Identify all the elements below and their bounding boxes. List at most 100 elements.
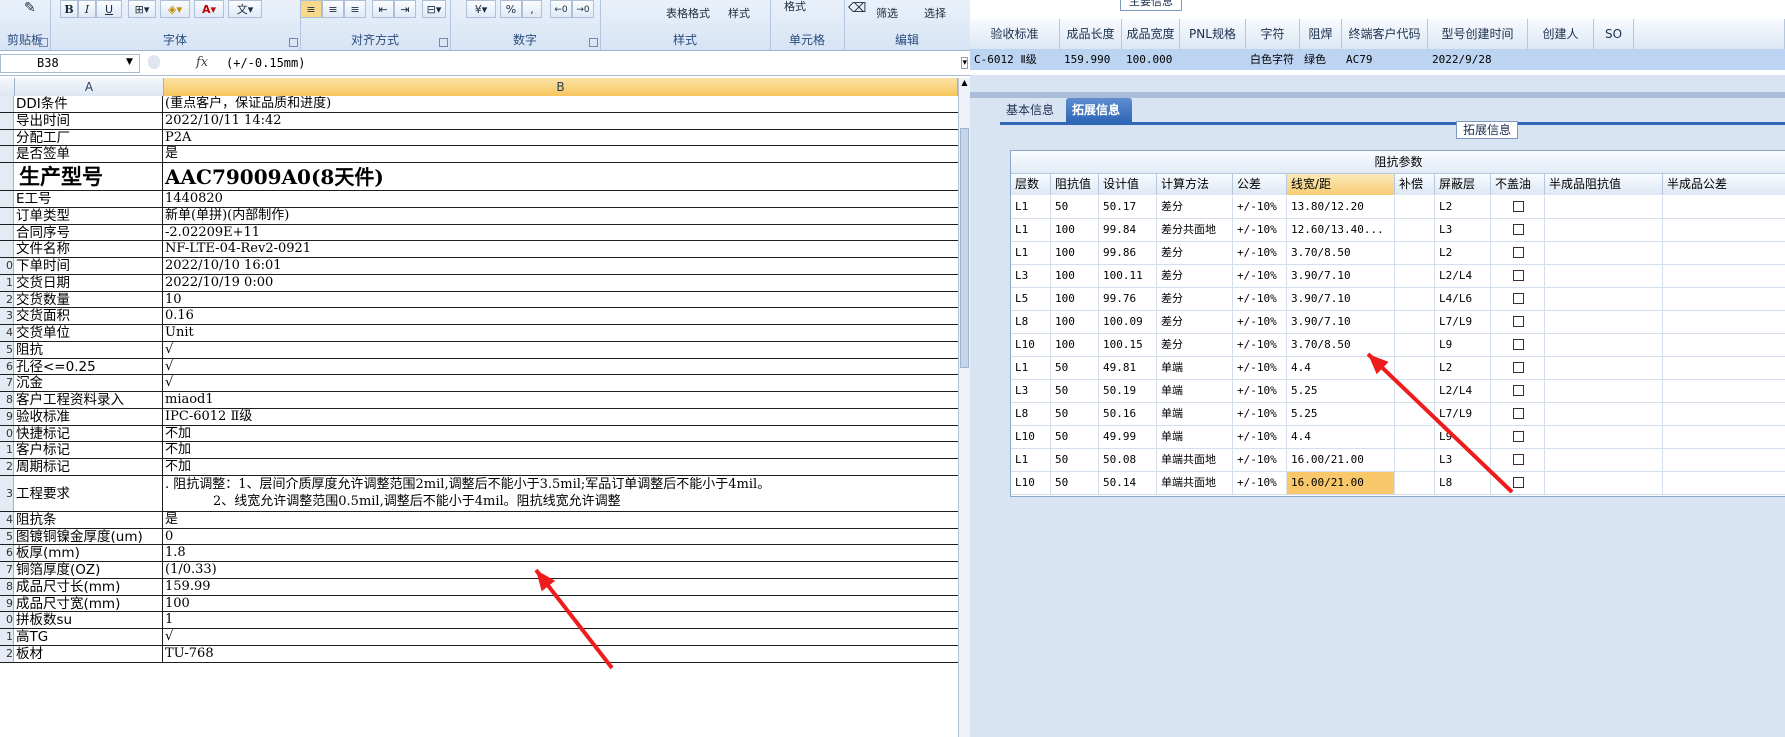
row-number[interactable]: 8 — [0, 578, 14, 595]
impedance-cell[interactable] — [1491, 403, 1545, 425]
impedance-cell[interactable]: 3.90/7.10 — [1287, 311, 1395, 333]
impedance-cell[interactable]: 3.70/8.50 — [1287, 242, 1395, 264]
tab-extended-info[interactable]: 拓展信息 — [1066, 98, 1132, 122]
row-number[interactable] — [0, 96, 14, 112]
cell-label[interactable]: 生产型号 — [15, 163, 163, 190]
impedance-cell[interactable]: +/-10% — [1233, 219, 1287, 241]
border-icon[interactable]: ⊞▾ — [128, 0, 156, 18]
impedance-cell[interactable]: +/-10% — [1233, 334, 1287, 356]
impedance-cell[interactable] — [1663, 357, 1785, 379]
impedance-column-header[interactable]: 线宽/距 — [1287, 174, 1395, 195]
cell-label[interactable]: 合同序号 — [15, 224, 163, 241]
impedance-cell[interactable]: L10 — [1011, 426, 1051, 448]
underline-button[interactable]: U — [96, 0, 122, 18]
row-number[interactable]: 7 — [0, 562, 14, 578]
row-number[interactable]: 5 — [0, 528, 14, 545]
cell-styles-button[interactable]: 样式 — [728, 7, 750, 20]
align-right-icon[interactable]: ≡ — [344, 0, 366, 18]
impedance-cell[interactable]: 50 — [1051, 357, 1099, 379]
impedance-cell[interactable]: 差分 — [1157, 311, 1233, 333]
impedance-cell[interactable]: +/-10% — [1233, 288, 1287, 310]
row-number[interactable]: 0 — [0, 425, 14, 442]
row-number[interactable] — [0, 163, 14, 190]
no-cover-oil-checkbox[interactable] — [1513, 270, 1524, 281]
impedance-cell[interactable] — [1395, 219, 1435, 241]
impedance-cell[interactable]: L2 — [1435, 357, 1491, 379]
impedance-cell[interactable]: 5.25 — [1287, 380, 1395, 402]
impedance-cell[interactable]: 50 — [1051, 196, 1099, 218]
impedance-cell[interactable] — [1663, 265, 1785, 287]
cell-label[interactable]: 孔径<=0.25 — [15, 358, 163, 375]
column-header-b[interactable]: B — [164, 78, 958, 96]
main-info-column-header[interactable]: 创建人 — [1528, 19, 1594, 49]
no-cover-oil-checkbox[interactable] — [1513, 431, 1524, 442]
impedance-cell[interactable]: 50.19 — [1099, 380, 1157, 402]
impedance-cell[interactable]: L1 — [1011, 357, 1051, 379]
cell-value[interactable]: 不加 — [164, 426, 958, 442]
main-info-column-header[interactable]: 成品宽度 — [1122, 19, 1180, 49]
impedance-cell[interactable]: +/-10% — [1233, 196, 1287, 218]
impedance-cell[interactable]: 差分 — [1157, 242, 1233, 264]
impedance-row[interactable]: L1 100 99.84 差分共面地 +/-10% 12.60/13.40... L3 — [1011, 219, 1785, 242]
row-number[interactable] — [0, 112, 14, 129]
impedance-cell[interactable] — [1663, 242, 1785, 264]
cell-label[interactable]: 交货日期 — [15, 274, 163, 291]
impedance-cell[interactable] — [1491, 334, 1545, 356]
impedance-cell[interactable]: 100 — [1051, 265, 1099, 287]
impedance-cell[interactable]: L8 — [1435, 472, 1491, 494]
impedance-cell[interactable] — [1491, 449, 1545, 471]
main-info-cell[interactable] — [1594, 49, 1634, 70]
increase-decimal-icon[interactable]: ←0 — [550, 0, 572, 18]
main-info-cell[interactable]: 白色字符 — [1246, 49, 1300, 70]
cell-label[interactable]: 工程要求 — [15, 475, 163, 511]
main-info-column-header[interactable]: 型号创建时间 — [1428, 19, 1528, 49]
impedance-cell[interactable]: L3 — [1011, 265, 1051, 287]
row-number[interactable]: 1 — [0, 629, 14, 645]
impedance-cell[interactable] — [1395, 311, 1435, 333]
cell-value[interactable]: . 阻抗调整：1、层间介质厚度允许调整范围2mil,调整后不能小于3.5mil;… — [164, 476, 958, 511]
row-number[interactable] — [0, 129, 14, 146]
impedance-cell[interactable]: 99.76 — [1099, 288, 1157, 310]
cell-label[interactable]: 快捷标记 — [15, 425, 163, 442]
cell-label[interactable]: 交货面积 — [15, 308, 163, 324]
impedance-cell[interactable]: 49.81 — [1099, 357, 1157, 379]
cell-value[interactable]: TU-768 — [164, 646, 958, 662]
cell-label[interactable]: 阻抗 — [15, 341, 163, 358]
cell-value[interactable]: IPC-6012 Ⅱ级 — [164, 409, 958, 425]
impedance-row[interactable]: L3 100 100.11 差分 +/-10% 3.90/7.10 L2/L4 — [1011, 265, 1785, 288]
main-info-column-header[interactable]: SO — [1594, 19, 1634, 49]
impedance-cell[interactable] — [1491, 311, 1545, 333]
phonetic-icon[interactable]: 文▾ — [228, 0, 262, 18]
impedance-cell[interactable]: 单端 — [1157, 380, 1233, 402]
cell-label[interactable]: 沉金 — [15, 375, 163, 391]
impedance-cell[interactable]: L10 — [1011, 334, 1051, 356]
cell-label[interactable]: 成品尺寸长(mm) — [15, 578, 163, 595]
impedance-cell[interactable]: L1 — [1011, 196, 1051, 218]
cell-value[interactable]: 2022/10/11 14:42 — [164, 113, 958, 129]
impedance-row[interactable]: L1 50 50.08 单端共面地 +/-10% 16.00/21.00 L3 — [1011, 449, 1785, 472]
cell-label[interactable]: 拼板数su — [15, 612, 163, 628]
main-info-cell[interactable]: 100.000 — [1122, 49, 1180, 70]
impedance-cell[interactable] — [1663, 426, 1785, 448]
cell-label[interactable]: 分配工厂 — [15, 129, 163, 146]
eraser-icon[interactable]: ⌫ — [848, 2, 866, 15]
impedance-cell[interactable]: +/-10% — [1233, 357, 1287, 379]
cell-value[interactable]: 1 — [164, 612, 958, 628]
impedance-cell[interactable] — [1545, 334, 1663, 356]
impedance-cell[interactable] — [1545, 449, 1663, 471]
impedance-cell[interactable]: 4.4 — [1287, 357, 1395, 379]
impedance-row[interactable]: L10 100 100.15 差分 +/-10% 3.70/8.50 L9 — [1011, 334, 1785, 357]
cell-label[interactable]: DDI条件 — [15, 96, 163, 112]
impedance-cell[interactable]: +/-10% — [1233, 242, 1287, 264]
main-info-column-header[interactable]: 字符 — [1246, 19, 1300, 49]
impedance-cell[interactable]: 100 — [1051, 334, 1099, 356]
impedance-cell[interactable] — [1545, 311, 1663, 333]
impedance-cell[interactable]: L10 — [1011, 472, 1051, 494]
impedance-column-header[interactable]: 公差 — [1233, 174, 1287, 195]
cell-label[interactable]: 图镀铜镍金厚度(um) — [15, 528, 163, 545]
cancel-icon[interactable] — [148, 55, 160, 69]
impedance-cell[interactable]: 50.14 — [1099, 472, 1157, 494]
impedance-cell[interactable] — [1491, 196, 1545, 218]
impedance-cell[interactable]: 50 — [1051, 426, 1099, 448]
impedance-column-header[interactable]: 设计值 — [1099, 174, 1157, 195]
